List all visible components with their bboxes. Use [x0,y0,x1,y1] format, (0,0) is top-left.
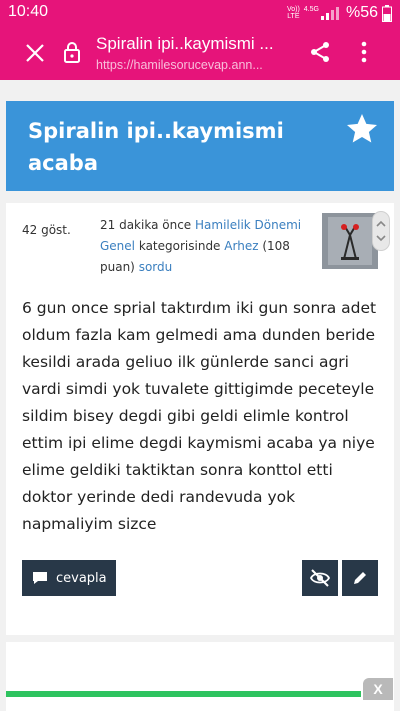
asked-link[interactable]: sordu [139,260,173,274]
ad-close-button[interactable]: X [363,678,393,700]
category-suffix: kategorisinde [138,239,221,253]
page-title: Spiralin ipi..kaymismi ... [96,34,274,53]
lock-icon [64,42,80,63]
question-title: Spiralin ipi..kaymismi acaba [28,119,284,175]
reply-label: cevapla [56,570,107,586]
question-card: 42 göst. 21 dakika önce Hamilelik Dönemi… [6,203,394,635]
browser-toolbar: Spiralin ipi..kaymismi ... https://hamil… [0,26,400,80]
share-icon[interactable] [308,40,332,64]
status-indicators: Vo)) LTE 4.5G %56 [287,3,392,23]
status-time: 10:40 [8,3,49,20]
star-icon[interactable] [344,111,380,147]
view-count: 42 göst. [22,223,71,237]
ad-progress-bar [6,691,361,697]
eye-off-icon [309,569,331,587]
scroll-handle[interactable] [372,211,390,251]
reply-button[interactable]: cevapla [22,560,116,596]
status-bar: 10:40 Vo)) LTE 4.5G %56 [0,0,400,26]
time-ago: 21 dakika önce [100,218,192,232]
page-url[interactable]: https://hamilesorucevap.ann... [96,58,296,72]
pencil-icon [354,572,366,584]
avatar-image [322,213,378,269]
chevron-up-down-icon [376,220,386,242]
signal-icon: 4.5G [304,6,342,20]
edit-button[interactable] [342,560,378,596]
question-header: Spiralin ipi..kaymismi acaba [6,101,394,191]
more-vert-icon[interactable] [356,40,372,64]
avatar[interactable] [322,213,378,269]
user-link[interactable]: Arhez [224,239,258,253]
question-body: 6 gun once sprial taktırdım iki gun sonr… [22,299,377,533]
hide-button[interactable] [302,560,338,596]
comment-icon [33,572,47,584]
volte-indicator: Vo)) LTE [286,6,300,20]
battery-level: %56 [345,4,378,21]
close-icon[interactable] [24,42,46,64]
battery-icon [382,4,392,22]
question-meta: 21 dakika önce Hamilelik Dönemi Genel ka… [100,215,310,278]
answer-card [6,642,394,711]
